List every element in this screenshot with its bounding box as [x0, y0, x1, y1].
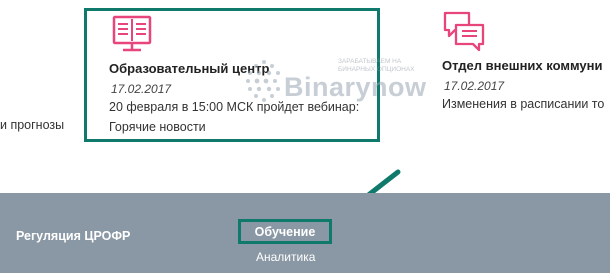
- card-date: 17.02.2017: [111, 82, 172, 96]
- card-text-line: Горячие новости: [109, 120, 206, 134]
- content-area: и прогнозы Образовательный центр 17.02.2…: [0, 0, 610, 193]
- footer-active-highlight: Обучение: [238, 219, 332, 244]
- footer-link-analytics[interactable]: Аналитика: [256, 250, 315, 264]
- footer-link-education[interactable]: Обучение: [241, 225, 329, 239]
- binarynow-watermark: ЗАРАБАТЫВАЕМ НА БИНАРНЫХ ОПЦИОНАХ Binary…: [222, 50, 432, 110]
- footer-link-regulation[interactable]: Регуляция ЦРОФР: [16, 229, 130, 243]
- card-title: Отдел внешних коммуни: [442, 58, 603, 73]
- card-text: Изменения в расписании то: [442, 97, 605, 111]
- globe-dots-icon: [246, 60, 280, 102]
- card-text-fragment: и прогнозы: [0, 118, 65, 132]
- watermark-brand: Binarynow: [284, 72, 427, 102]
- chat-bubbles-icon: [442, 10, 486, 57]
- book-monitor-icon: [112, 15, 152, 58]
- communications-card[interactable]: Отдел внешних коммуни 17.02.2017 Изменен…: [430, 0, 610, 140]
- card-date: 17.02.2017: [444, 79, 505, 93]
- watermark-tagline-line: ЗАРАБАТЫВАЕМ НА: [338, 58, 402, 65]
